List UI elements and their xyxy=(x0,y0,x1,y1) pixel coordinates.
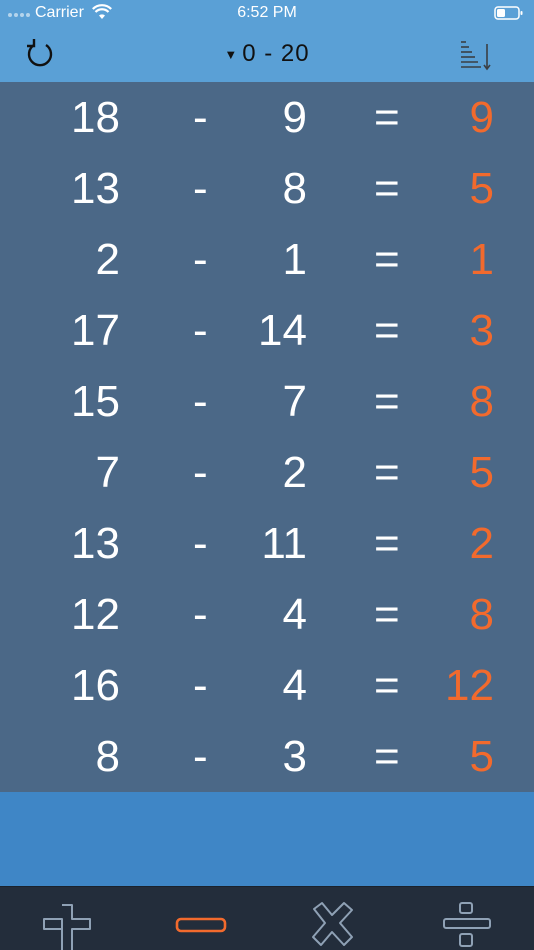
equation-row: 2 - 1 = 1 xyxy=(0,224,534,295)
operand-a: 15 xyxy=(71,377,120,426)
range-label: 0 - 20 xyxy=(242,40,310,67)
equals-sign: = xyxy=(374,519,400,568)
operand-b: 14 xyxy=(258,306,307,355)
result-value: 12 xyxy=(445,661,494,710)
equals-sign: = xyxy=(374,590,400,639)
equation-row: 15 - 7 = 8 xyxy=(0,366,534,437)
navigation-bar: Carrier 6:52 PM ▼ 0 - 20 xyxy=(0,0,534,82)
operator-sign: - xyxy=(193,448,208,497)
equals-sign: = xyxy=(374,732,400,781)
operand-a: 8 xyxy=(95,732,120,781)
operator-sign: - xyxy=(193,519,208,568)
equals-sign: = xyxy=(374,164,400,213)
equation-row: 8 - 3 = 5 xyxy=(0,721,534,792)
equation-row: 18 - 9 = 9 xyxy=(0,82,534,153)
result-value: 5 xyxy=(469,732,494,781)
operator-sign: - xyxy=(193,661,208,710)
equation-row: 13 - 8 = 5 xyxy=(0,153,534,224)
minus-icon xyxy=(175,917,227,933)
operand-b: 9 xyxy=(282,93,307,142)
range-selector[interactable]: ▼ 0 - 20 xyxy=(0,40,534,68)
operator-sign: - xyxy=(193,306,208,355)
operand-a: 17 xyxy=(71,306,120,355)
answer-input-area[interactable] xyxy=(0,792,534,886)
result-value: 8 xyxy=(469,377,494,426)
operand-a: 13 xyxy=(71,164,120,213)
result-value: 3 xyxy=(469,306,494,355)
result-value: 8 xyxy=(469,590,494,639)
result-value: 2 xyxy=(469,519,494,568)
divide-icon xyxy=(443,902,491,947)
operation-tab-bar xyxy=(0,886,534,950)
operand-b: 4 xyxy=(282,590,307,639)
equals-sign: = xyxy=(374,448,400,497)
operator-sign: - xyxy=(193,93,208,142)
operand-b: 11 xyxy=(261,519,307,568)
equation-row: 13 - 11 = 2 xyxy=(0,508,534,579)
result-value: 5 xyxy=(469,164,494,213)
operand-b: 2 xyxy=(282,448,307,497)
equation-row: 12 - 4 = 8 xyxy=(0,579,534,650)
operand-a: 13 xyxy=(71,519,120,568)
clock: 6:52 PM xyxy=(237,4,297,21)
battery-icon xyxy=(494,5,524,26)
result-value: 5 xyxy=(469,448,494,497)
tab-subtraction[interactable] xyxy=(172,901,232,950)
operand-b: 8 xyxy=(282,164,307,213)
operand-b: 7 xyxy=(282,377,307,426)
equals-sign: = xyxy=(374,306,400,355)
sort-icon[interactable] xyxy=(458,38,492,72)
result-value: 1 xyxy=(469,235,494,284)
equals-sign: = xyxy=(374,377,400,426)
operator-sign: - xyxy=(193,164,208,213)
operand-a: 2 xyxy=(95,235,120,284)
equation-list: 18 - 9 = 9 13 - 8 = 5 2 - 1 = 1 17 - 14 = 3 15 - 7 = 8 7 - 2 = 5 13 - 11… xyxy=(0,82,534,792)
equals-sign: = xyxy=(374,661,400,710)
operand-a: 7 xyxy=(95,448,120,497)
operand-a: 16 xyxy=(71,661,120,710)
operand-b: 1 xyxy=(282,235,307,284)
operand-a: 18 xyxy=(71,93,120,142)
tab-division[interactable] xyxy=(438,901,498,950)
operator-sign: - xyxy=(193,235,208,284)
operator-sign: - xyxy=(193,732,208,781)
operator-sign: - xyxy=(193,590,208,639)
equation-row: 17 - 14 = 3 xyxy=(0,295,534,366)
equation-row: 7 - 2 = 5 xyxy=(0,437,534,508)
equals-sign: = xyxy=(374,235,400,284)
equals-sign: = xyxy=(374,93,400,142)
operand-a: 12 xyxy=(71,590,120,639)
plus-icon xyxy=(43,904,91,950)
result-value: 9 xyxy=(469,93,494,142)
tab-addition[interactable] xyxy=(38,901,98,950)
operand-b: 3 xyxy=(282,732,307,781)
tab-multiplication[interactable] xyxy=(304,901,364,950)
multiply-icon xyxy=(312,902,353,946)
operand-b: 4 xyxy=(282,661,307,710)
operator-sign: - xyxy=(193,377,208,426)
status-bar: Carrier 6:52 PM xyxy=(0,0,534,26)
dropdown-caret-icon: ▼ xyxy=(224,47,239,63)
equation-row: 16 - 4 = 12 xyxy=(0,650,534,721)
